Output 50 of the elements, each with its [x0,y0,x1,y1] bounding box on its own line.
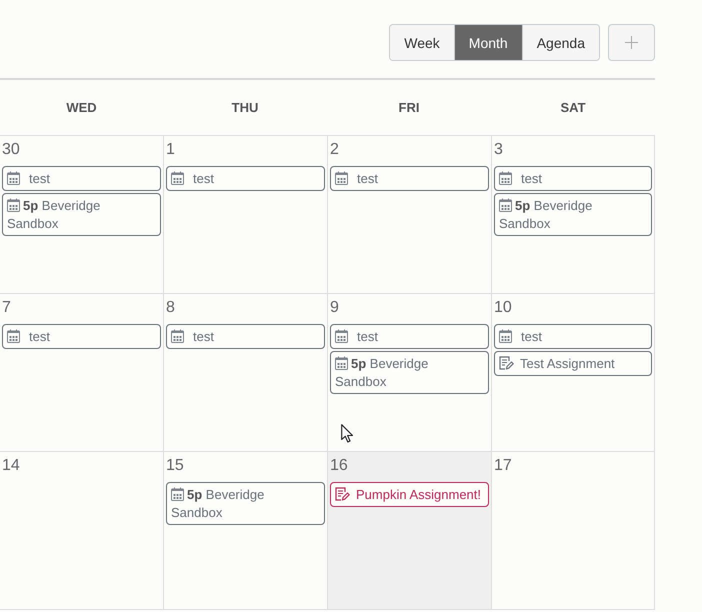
calendar-event[interactable]: test [166,324,325,349]
calendar-icon [171,171,184,185]
weekday-label: WED [65,100,98,115]
calendar-icon [171,487,184,501]
view-button[interactable]: Week [390,25,454,60]
calendar-icon [7,171,20,185]
calendar-event[interactable]: test [2,166,161,191]
day-number: 7 [2,298,11,318]
view-button[interactable]: Month [454,25,522,60]
day-number: 14 [2,456,20,476]
calendar-icon [335,329,348,343]
plus-icon [625,36,638,49]
calendar-event[interactable]: test [330,324,489,349]
assignment-event[interactable]: Pumpkin Assignment! [330,482,489,507]
day-number: 2 [330,140,339,160]
calendar-icon [171,329,184,343]
assignment-icon [499,356,514,370]
calendar-icon [335,356,348,370]
day-number: 30 [2,140,20,160]
calendar-icon [499,329,512,343]
day-number: 17 [494,456,512,476]
weekday-label: THU [230,100,260,115]
day-number: 15 [166,456,184,476]
day-number: 1 [166,140,175,160]
day-number: 16 [330,456,348,476]
weekday-label: FRI [398,100,420,115]
calendar-event[interactable]: 5p Beveridge Sandbox [166,482,325,525]
calendar-event[interactable]: test [494,324,652,349]
view-button[interactable]: Agenda [522,25,599,60]
calendar-event[interactable]: test [330,166,489,191]
calendar-event[interactable]: test [2,324,161,349]
calendar-event[interactable]: 5p Beveridge Sandbox [2,193,161,236]
add-button[interactable] [608,24,655,61]
day-number: 8 [166,298,175,318]
calendar-icon [499,171,512,185]
weekday-label: SAT [559,100,587,115]
day-number: 9 [330,298,339,318]
calendar-event[interactable]: test [494,166,652,191]
assignment-icon [335,487,350,501]
day-number: 3 [494,140,503,160]
mouse-pointer-icon [341,424,354,443]
calendar-event[interactable]: test [166,166,325,191]
assignment-event[interactable]: Test Assignment [494,351,652,376]
calendar-event[interactable]: 5p Beveridge Sandbox [494,193,652,236]
calendar-icon [499,198,512,212]
day-number: 10 [494,298,512,318]
calendar-event[interactable]: 5p Beveridge Sandbox [330,351,489,394]
calendar-icon [335,171,348,185]
calendar-icon [7,329,20,343]
calendar-icon [7,198,20,212]
